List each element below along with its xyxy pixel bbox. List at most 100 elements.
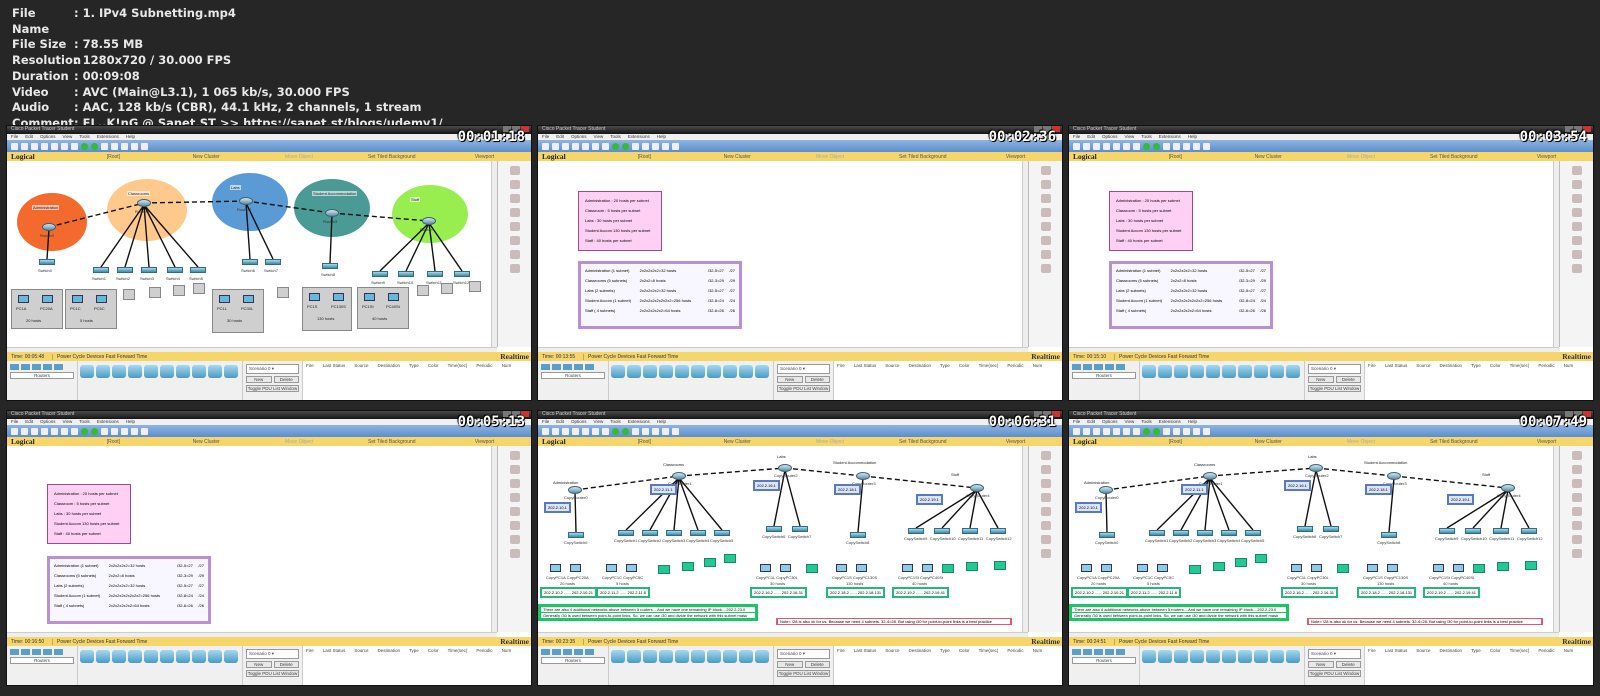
info-note-green[interactable]: There are also 4 additional networks abo… (1069, 604, 1289, 621)
delete-icon[interactable] (1040, 479, 1051, 488)
note-icon[interactable] (509, 465, 520, 474)
delete-icon[interactable] (1040, 194, 1051, 203)
move-object-button[interactable]: Move Object (253, 154, 346, 160)
redo-icon[interactable] (622, 427, 629, 435)
pc-icon[interactable] (856, 564, 867, 572)
menu-extensions[interactable]: Extensions (97, 134, 119, 140)
pc-icon[interactable] (836, 564, 847, 572)
router-model-icon[interactable] (112, 650, 126, 663)
switch-device[interactable] (568, 532, 584, 538)
undo-icon[interactable] (81, 142, 88, 150)
menu-file[interactable]: File (1073, 419, 1080, 425)
realtime-mode[interactable]: Realtime (500, 637, 531, 646)
root-button[interactable]: [Root] (598, 154, 691, 160)
complex-pdu-icon[interactable] (509, 549, 520, 558)
menu-extensions[interactable]: Extensions (628, 419, 650, 425)
resize-icon[interactable] (1571, 236, 1582, 245)
wizard-icon[interactable] (1113, 142, 1120, 150)
zoom-out-icon[interactable] (1183, 142, 1190, 150)
palette-icon[interactable] (1193, 427, 1200, 435)
copy-icon[interactable] (1123, 142, 1130, 150)
router-model-icon[interactable] (1158, 365, 1172, 378)
delete-icon[interactable] (1571, 194, 1582, 203)
save-icon[interactable] (1093, 427, 1100, 435)
delete-scenario-button[interactable]: Delete (804, 376, 830, 383)
wizard-icon[interactable] (1113, 427, 1120, 435)
undo-icon[interactable] (1143, 142, 1150, 150)
pc-icon[interactable] (1453, 564, 1464, 572)
resize-icon[interactable] (509, 236, 520, 245)
switch-device[interactable] (398, 271, 414, 277)
redo-icon[interactable] (91, 142, 98, 150)
logical-tab[interactable]: Logical (7, 437, 67, 446)
router-model-icon[interactable] (691, 650, 705, 663)
scenario-select[interactable]: Scenario 0 ▾ (777, 649, 830, 659)
router-model-icon[interactable] (208, 365, 222, 378)
resize-icon[interactable] (1040, 236, 1051, 245)
root-button[interactable]: [Root] (67, 439, 160, 445)
power-cycle-button[interactable]: Power Cycle Devices Fast Forward Time (584, 354, 1031, 360)
new-cluster-button[interactable]: New Cluster (160, 154, 253, 160)
zoom-in-icon[interactable] (1163, 142, 1170, 150)
switch-device[interactable] (322, 263, 338, 269)
custom-device-icon[interactable] (141, 427, 148, 435)
print-icon[interactable] (41, 142, 48, 150)
undo-icon[interactable] (1143, 427, 1150, 435)
switch-device[interactable] (642, 530, 658, 536)
root-button[interactable]: [Root] (1129, 154, 1222, 160)
delete-scenario-button[interactable]: Delete (273, 661, 299, 668)
switch-device[interactable] (908, 528, 924, 534)
router-model-icon[interactable] (755, 365, 769, 378)
note-icon[interactable] (1040, 180, 1051, 189)
undo-icon[interactable] (81, 427, 88, 435)
add-pdu-icon[interactable] (1040, 535, 1051, 544)
save-icon[interactable] (562, 427, 569, 435)
draw-shape-icon[interactable] (509, 507, 520, 516)
pc-icon[interactable] (1311, 564, 1322, 572)
new-file-icon[interactable] (11, 427, 18, 435)
add-pdu-icon[interactable] (1571, 535, 1582, 544)
menu-edit[interactable]: Edit (25, 419, 33, 425)
open-icon[interactable] (1083, 142, 1090, 150)
switch-device[interactable] (766, 526, 782, 532)
save-icon[interactable] (562, 142, 569, 150)
menu-tools[interactable]: Tools (79, 419, 90, 425)
custom-device-icon[interactable] (1203, 427, 1210, 435)
switch-icon[interactable] (21, 364, 30, 370)
zoom-out-icon[interactable] (652, 142, 659, 150)
realtime-mode[interactable]: Realtime (1031, 637, 1062, 646)
pc-icon[interactable] (364, 293, 375, 301)
switch-device[interactable] (93, 267, 109, 273)
redo-icon[interactable] (1153, 427, 1160, 435)
router-device[interactable] (856, 472, 870, 480)
pc-icon[interactable] (243, 295, 254, 303)
note-icon[interactable] (1571, 180, 1582, 189)
menu-extensions[interactable]: Extensions (1159, 134, 1181, 140)
menu-help[interactable]: Help (126, 134, 135, 140)
router-model-icon[interactable] (739, 650, 753, 663)
viewport-button[interactable]: Viewport (969, 154, 1062, 160)
router-model-icon[interactable] (643, 365, 657, 378)
router-icon[interactable] (10, 364, 19, 370)
zoom-reset-icon[interactable] (111, 142, 118, 150)
pc-icon[interactable] (760, 564, 771, 572)
switch-device[interactable] (454, 271, 470, 277)
switch-device[interactable] (242, 259, 258, 265)
hub-icon[interactable] (563, 364, 572, 370)
pc-icon[interactable] (388, 293, 399, 301)
complex-pdu-icon[interactable] (1571, 549, 1582, 558)
menu-view[interactable]: View (594, 134, 604, 140)
hub-icon[interactable] (1094, 649, 1103, 655)
router-model-icon[interactable] (755, 650, 769, 663)
logical-tab[interactable]: Logical (538, 437, 598, 446)
cable-link[interactable] (245, 200, 333, 214)
pc-icon[interactable] (18, 295, 29, 303)
router-device[interactable] (422, 217, 436, 225)
realtime-mode[interactable]: Realtime (1031, 352, 1062, 361)
zoom-in-icon[interactable] (101, 142, 108, 150)
open-icon[interactable] (1083, 427, 1090, 435)
calculation-note[interactable]: Administration (1 subnet) 2x2x2x2x2=32 ho… (1109, 261, 1273, 329)
switch-device[interactable] (1149, 530, 1165, 536)
complex-pdu-icon[interactable] (1040, 549, 1051, 558)
logical-workspace[interactable]: Administration Classrooms Labs Student Acco… (538, 446, 1028, 632)
